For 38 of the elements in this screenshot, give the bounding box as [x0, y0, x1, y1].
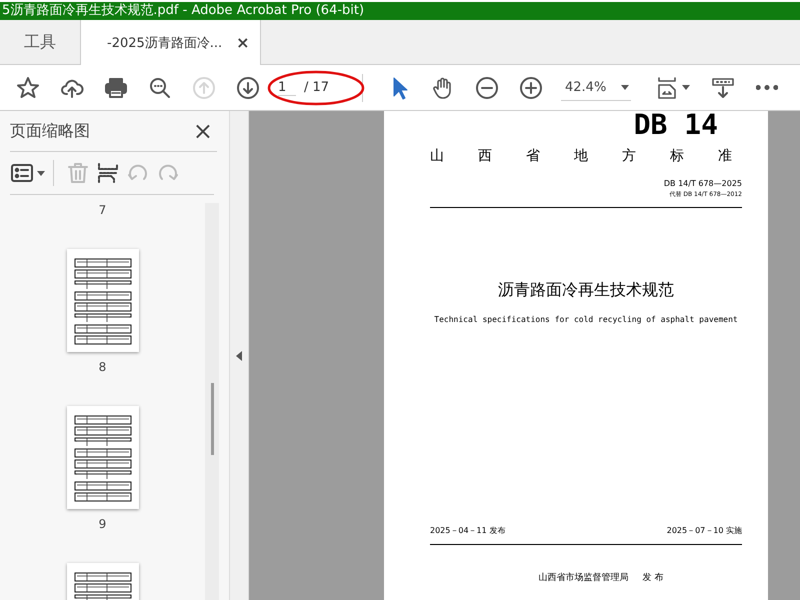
- scroll-thumb[interactable]: [210, 383, 214, 455]
- insert-page-icon: [96, 161, 120, 185]
- search-icon: [148, 76, 172, 100]
- document-title: 沥青路面冷再生技术规范: [498, 280, 674, 301]
- caret-icon: [37, 170, 45, 176]
- issue-label: 发 布: [642, 572, 664, 584]
- scroll-mode-icon: [711, 76, 735, 100]
- list-view-icon: [10, 161, 34, 185]
- more-icon: [756, 85, 778, 90]
- print-icon: [104, 76, 128, 100]
- window-title: 5沥青路面冷再生技术规范.pdf - Adobe Acrobat Pro (64-bit): [0, 2, 800, 20]
- caret-icon: [621, 84, 629, 90]
- trash-icon: [66, 161, 90, 185]
- scrollbar[interactable]: [205, 203, 219, 600]
- close-panel-button[interactable]: ×: [188, 117, 217, 145]
- zoom-in-icon: [519, 76, 543, 100]
- page-number-field[interactable]: 1: [278, 80, 296, 96]
- page-thumbnail[interactable]: [66, 249, 138, 352]
- page-number-label: 9: [98, 517, 106, 531]
- caret-icon: [682, 85, 690, 90]
- standard-category: 山西省地方标准: [430, 147, 742, 165]
- page-number-label: 7: [98, 203, 106, 217]
- zoom-out-icon: [475, 76, 499, 100]
- issuer: 山西省市场监督管理局: [538, 572, 629, 584]
- close-tab-icon[interactable]: ×: [236, 33, 250, 52]
- document-subtitle: Technical specifications for cold recycling of asphalt pavement: [434, 315, 738, 324]
- tab[interactable]: -2025沥青路面冷... ×: [80, 20, 261, 65]
- standard-code: DB 14: [634, 111, 718, 139]
- collapse-panel-icon[interactable]: [236, 350, 242, 360]
- panel-title: 页面缩略图: [10, 120, 90, 142]
- page-number-label: 8: [98, 360, 106, 374]
- issue-date: 2025－04－11 发布: [430, 525, 506, 536]
- page-count: / 17: [304, 80, 330, 95]
- page-thumbnail[interactable]: [66, 406, 138, 509]
- standard-number: DB 14/T 678—2025: [664, 179, 742, 188]
- zoom-field[interactable]: 42.4%: [561, 74, 631, 101]
- star-icon: [16, 76, 40, 100]
- effective-date: 2025－07－10 实施: [666, 525, 742, 536]
